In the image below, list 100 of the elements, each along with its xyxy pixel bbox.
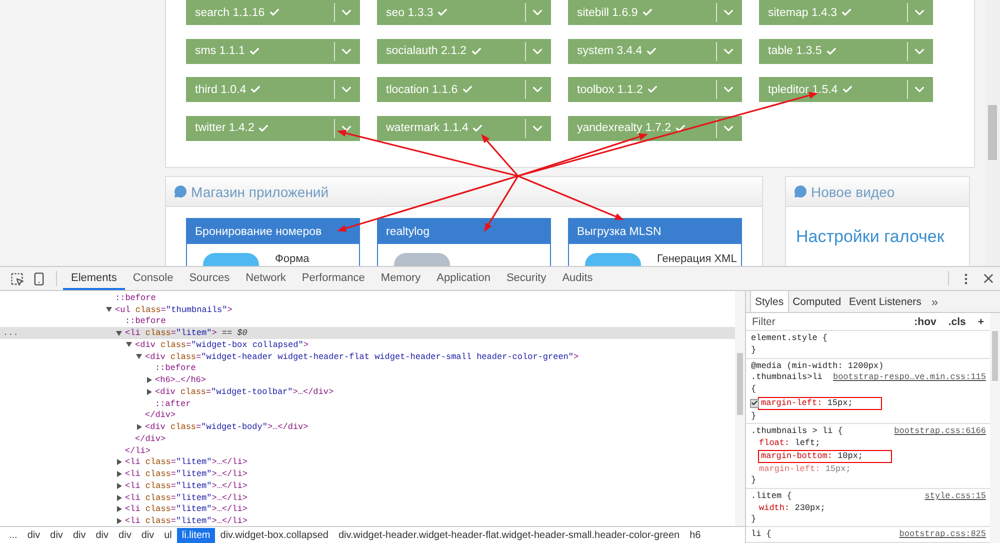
- breadcrumb[interactable]: h6: [684, 528, 706, 542]
- plugin-label: sitebill 1.6.9: [576, 6, 638, 18]
- devtools-tab[interactable]: Application: [428, 267, 498, 290]
- breadcrumb[interactable]: ul: [159, 528, 177, 542]
- dom-node-text: <li class="litem">…</li>: [125, 480, 248, 491]
- breadcrumb[interactable]: div: [114, 528, 136, 542]
- plugin-label: sms 1.1.1: [194, 45, 245, 57]
- dom-node-row[interactable]: <div class="widget-box collapsed">: [0, 339, 735, 351]
- css-selector: .thumbnails > li {: [751, 426, 843, 438]
- plugin-label: table 1.3.5: [767, 45, 822, 57]
- css-property: margin-bottom: 10px;: [759, 451, 892, 462]
- expand-arrow-icon[interactable]: [117, 494, 122, 501]
- plugin-label: toolbox 1.1.2: [576, 84, 643, 96]
- dom-node-row[interactable]: <li class="litem">…</li>: [0, 515, 735, 527]
- card-title[interactable]: realtylog: [378, 219, 550, 244]
- app-description: Форма: [275, 253, 310, 266]
- dom-node-row[interactable]: ::after: [0, 398, 735, 410]
- styles-tab[interactable]: Computed: [788, 291, 846, 312]
- devtools-tab[interactable]: Performance: [294, 267, 373, 290]
- devtools-tab[interactable]: Security: [498, 267, 554, 290]
- expand-arrow-icon[interactable]: [117, 518, 122, 524]
- dom-node-row[interactable]: <h6>…</h6>: [0, 374, 735, 386]
- expand-arrow-icon[interactable]: [136, 354, 142, 360]
- check-icon: [674, 122, 686, 134]
- devtools-tab[interactable]: Elements: [63, 267, 125, 290]
- scrollbar[interactable]: [735, 291, 745, 526]
- dom-close-tag: </li>: [125, 446, 151, 456]
- check-icon: [248, 46, 260, 56]
- expand-arrow-icon[interactable]: [117, 471, 122, 478]
- breadcrumb[interactable]: div: [90, 528, 114, 542]
- plugin-label: tlocation 1.1.6: [385, 84, 458, 96]
- breadcrumb[interactable]: ...: [4, 528, 22, 542]
- expand-arrow-icon[interactable]: [106, 307, 112, 312]
- dom-node-row[interactable]: <div class="widget-body">…</div>: [0, 421, 735, 433]
- dom-node-text: ::after: [155, 398, 191, 409]
- expand-arrow-icon[interactable]: [117, 506, 122, 512]
- plugin-label: socialauth 2.1.2: [385, 45, 467, 57]
- expand-arrow-icon[interactable]: [116, 330, 122, 336]
- dom-node-text: ::before: [115, 292, 156, 303]
- check-icon: [437, 7, 448, 18]
- dom-node-row[interactable]: <li class="litem">…</li>: [0, 456, 735, 468]
- expand-arrow-icon[interactable]: [147, 377, 152, 384]
- dom-close-tag: </div>: [135, 434, 166, 444]
- devtools-tab[interactable]: Network: [238, 267, 294, 290]
- dom-node-row[interactable]: <div class="widget-header widget-header-flat widget-header-small header-color-green">: [0, 350, 735, 362]
- hover-state-button[interactable]: :hov: [912, 316, 938, 328]
- breadcrumb[interactable]: li.litem: [176, 528, 216, 542]
- source-link[interactable]: bootstrap-respo…ve.min.css:115: [832, 372, 986, 384]
- breadcrumb[interactable]: div: [136, 528, 160, 542]
- class-button[interactable]: .cls: [946, 316, 968, 328]
- plugin-label: tpleditor 1.5.4: [767, 84, 838, 96]
- expand-arrow-icon[interactable]: [126, 342, 132, 348]
- expand-arrow-icon[interactable]: [137, 424, 142, 430]
- ellipsis-text: ...: [3, 328, 18, 338]
- add-rule-button[interactable]: +: [976, 316, 986, 328]
- breadcrumb[interactable]: div: [68, 528, 91, 542]
- expand-arrow-icon[interactable]: [147, 388, 152, 395]
- property-checkbox[interactable]: [750, 398, 759, 408]
- dom-node-row[interactable]: ::before: [0, 362, 735, 374]
- check-icon: [841, 7, 852, 18]
- dom-node-row[interactable]: <ul class="thumbnails">: [0, 304, 735, 316]
- dom-node-row[interactable]: <li class="litem">…</li>: [0, 480, 735, 492]
- css-brace: }: [751, 475, 756, 486]
- filter-field[interactable]: Filter: [750, 314, 904, 329]
- expand-arrow-icon[interactable]: [117, 459, 122, 466]
- check-icon: [842, 84, 853, 95]
- dom-node-row[interactable]: <div class="widget-toolbar">…</div>: [0, 386, 735, 398]
- source-link[interactable]: bootstrap.css:6166: [894, 426, 986, 438]
- more-tabs-button[interactable]: »: [925, 291, 944, 312]
- breadcrumb[interactable]: div.widget-header.widget-header-flat.widget-header-small.header-color-green: [333, 528, 685, 542]
- dom-node-row[interactable]: <li class="litem">…</li>: [0, 468, 735, 480]
- breadcrumb[interactable]: div.widget-box.collapsed: [215, 528, 334, 542]
- dom-node-row[interactable]: ::before: [0, 292, 735, 304]
- styles-tab[interactable]: Styles: [750, 291, 789, 312]
- plugin-label: sitemap 1.4.3: [767, 6, 838, 18]
- dom-node-text: <div class="widget-box collapsed">: [135, 340, 308, 350]
- expand-arrow-icon[interactable]: [117, 482, 122, 489]
- css-property: margin-left: 15px;: [759, 464, 851, 476]
- css-brace: }: [751, 344, 756, 355]
- breadcrumb[interactable]: div: [22, 528, 46, 542]
- card-title[interactable]: Выгрузка MLSN: [569, 219, 741, 244]
- plugin-label: system 3.4.4: [576, 45, 642, 57]
- devtools-tab[interactable]: Sources: [181, 267, 238, 290]
- breadcrumb[interactable]: div: [45, 528, 68, 542]
- check-icon: [462, 84, 473, 95]
- speech-bubble-icon: [174, 185, 187, 198]
- dom-node-row[interactable]: <li class="litem">…</li>: [0, 492, 735, 504]
- source-link[interactable]: style.css:15: [924, 490, 986, 503]
- card-title[interactable]: Бронирование номеров: [187, 219, 359, 244]
- devtools-tab[interactable]: Audits: [554, 267, 601, 290]
- dom-node-row[interactable]: <li class="litem">…</li>: [0, 504, 735, 516]
- dom-node-row[interactable]: ... <li class="litem"> == $0: [0, 327, 735, 339]
- scrollbar[interactable]: [990, 313, 1000, 543]
- dom-node-text: <h6>…</h6>: [155, 375, 206, 386]
- devtools-tab[interactable]: Memory: [372, 267, 429, 290]
- styles-tab[interactable]: Event Listeners: [845, 291, 926, 312]
- dom-node-row[interactable]: ::before: [0, 316, 735, 328]
- page-scrollbar[interactable]: [985, 0, 1000, 266]
- devtools-tab[interactable]: Console: [124, 267, 182, 290]
- source-link[interactable]: bootstrap.css:825: [899, 529, 986, 541]
